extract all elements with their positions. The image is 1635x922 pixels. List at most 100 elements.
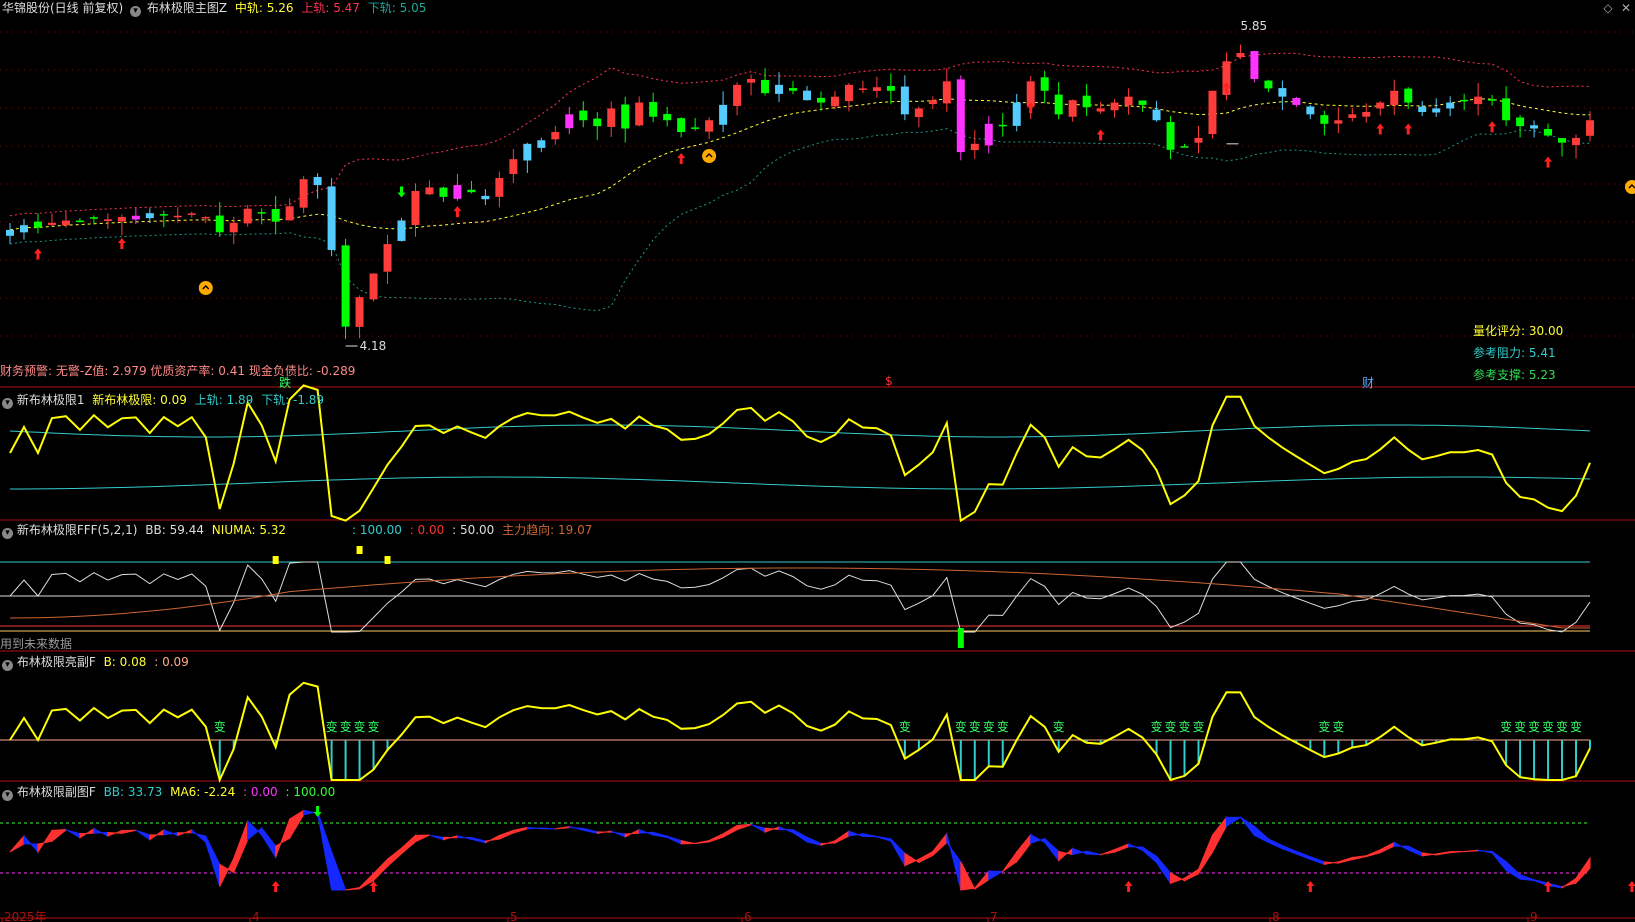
panel1-menu-icon[interactable]: ▾ <box>2 398 13 409</box>
change-marker: 变 <box>340 719 352 734</box>
panel4-band-segment <box>1030 833 1046 845</box>
panel4-band-segment <box>1142 846 1158 864</box>
panel3-main-line <box>9 681 1591 783</box>
panel4-band-segment <box>582 827 598 835</box>
candle-body <box>173 215 182 218</box>
panel2-v2: : 0.00 <box>409 523 445 537</box>
panel4-band-segment <box>37 828 53 854</box>
panel4-band-segment <box>904 852 920 867</box>
panel4-band-segment <box>1309 855 1325 866</box>
panel4-band-segment <box>862 833 878 838</box>
candle-body <box>33 221 42 228</box>
panel2-name: 新布林极限FFF(5,2,1) <box>16 523 138 537</box>
candle-body <box>229 222 238 233</box>
diamond-icon[interactable]: ◇ <box>1602 2 1614 14</box>
panel4-band-segment <box>946 833 962 891</box>
change-marker: 变 <box>1318 719 1330 734</box>
candle-body <box>1544 128 1553 136</box>
candle-body <box>858 88 867 90</box>
candle-body <box>872 87 881 91</box>
candle-body <box>1040 77 1049 91</box>
panel2-menu-icon[interactable]: ▾ <box>2 528 13 539</box>
indicator-menu-icon[interactable]: ▾ <box>130 6 142 17</box>
candle-body <box>635 102 644 126</box>
panel4-band-segment <box>261 826 277 859</box>
panel4-band-segment <box>456 835 472 840</box>
candle-body <box>761 79 770 94</box>
candle-body <box>593 118 602 127</box>
candle-body <box>621 104 630 129</box>
panel4-band-segment <box>764 826 780 833</box>
candle-body <box>1152 109 1161 121</box>
candle-body <box>1460 99 1469 102</box>
panel4-v2: : 100.00 <box>285 785 336 799</box>
panel4-band-segment <box>1100 848 1116 856</box>
panel4-band-segment <box>1197 834 1213 876</box>
panel4-band-segment <box>373 857 389 882</box>
panel4-band-segment <box>1337 856 1353 864</box>
candle-body <box>397 220 406 241</box>
change-marker: 变 <box>354 719 366 734</box>
up-arrow-icon <box>1306 881 1315 892</box>
panel4-band-segment <box>1058 847 1074 862</box>
tag-finance: 财 <box>1362 376 1375 390</box>
panel4-band-segment <box>149 828 165 841</box>
change-marker: 变 <box>1556 719 1568 734</box>
panel4-band-segment <box>1281 844 1297 855</box>
panel2-signal-block <box>272 556 279 564</box>
panel4-band-segment <box>247 819 263 841</box>
panel4-band-segment <box>331 851 347 891</box>
panel4-band-segment <box>1295 850 1311 861</box>
panel4-band-segment <box>1239 816 1255 837</box>
candle-body <box>1180 146 1189 148</box>
mid-band-label: 中轨: <box>234 1 263 15</box>
panel2-niuma-value: 5.32 <box>259 523 287 537</box>
x-axis-label: 2025年 <box>4 910 47 922</box>
panel4-band-segment <box>792 828 808 843</box>
change-marker: 变 <box>1500 719 1512 734</box>
candle-body <box>1488 99 1497 101</box>
orange-signal-icon <box>702 149 717 163</box>
change-marker: 变 <box>1542 719 1554 734</box>
panel4-header: ▾ 布林极限副图F BB: 33.73 MA6: -2.24 : 0.00 : … <box>2 783 335 801</box>
panel4-band-segment <box>484 834 500 844</box>
panel4-band-segment <box>1044 837 1060 862</box>
up-arrow-icon <box>33 248 42 260</box>
change-marker: 变 <box>1179 719 1191 734</box>
panel4-band-segment <box>526 826 542 830</box>
panel3-header: ▾ 布林极限亮副F B: 0.08 : 0.09 <box>2 653 189 671</box>
x-axis-label: 6 <box>744 910 752 922</box>
candle-body <box>439 187 448 197</box>
candle-body <box>551 132 560 140</box>
close-icon[interactable]: ✕ <box>1620 2 1632 14</box>
candle-body <box>61 220 70 226</box>
candle-body <box>131 215 140 220</box>
panel4-band-segment <box>512 826 528 834</box>
lower-band-label: 下轨: <box>367 1 396 15</box>
candle-body <box>579 110 588 121</box>
candle-body <box>117 216 126 222</box>
panel3-menu-icon[interactable]: ▾ <box>2 660 13 671</box>
up-arrow-icon <box>1627 881 1635 892</box>
candle-body <box>942 81 951 104</box>
up-arrow-icon <box>1124 881 1133 892</box>
up-arrow-icon <box>1096 129 1105 141</box>
upper-band-label: 上轨: <box>301 1 330 15</box>
up-arrow-icon <box>271 881 280 892</box>
candle-body <box>75 220 84 223</box>
candle-body <box>327 186 336 250</box>
candle-body <box>19 225 28 233</box>
panel4-band-segment <box>470 836 486 844</box>
candle-body <box>677 118 686 133</box>
panel4-band-segment <box>1128 843 1144 852</box>
up-arrow-icon <box>453 206 462 218</box>
panel4-band-segment <box>960 861 976 891</box>
panel2-trend-value: 19.07 <box>558 523 593 537</box>
high-marker-label: 5.85 <box>1240 19 1267 33</box>
candle-body <box>145 213 154 219</box>
panel4-band-segment <box>750 823 766 834</box>
x-axis-label: 7 <box>990 910 998 922</box>
panel4-band-segment <box>708 833 724 843</box>
panel4-menu-icon[interactable]: ▾ <box>2 790 13 801</box>
upper-band-value: 5.47 <box>333 1 360 15</box>
